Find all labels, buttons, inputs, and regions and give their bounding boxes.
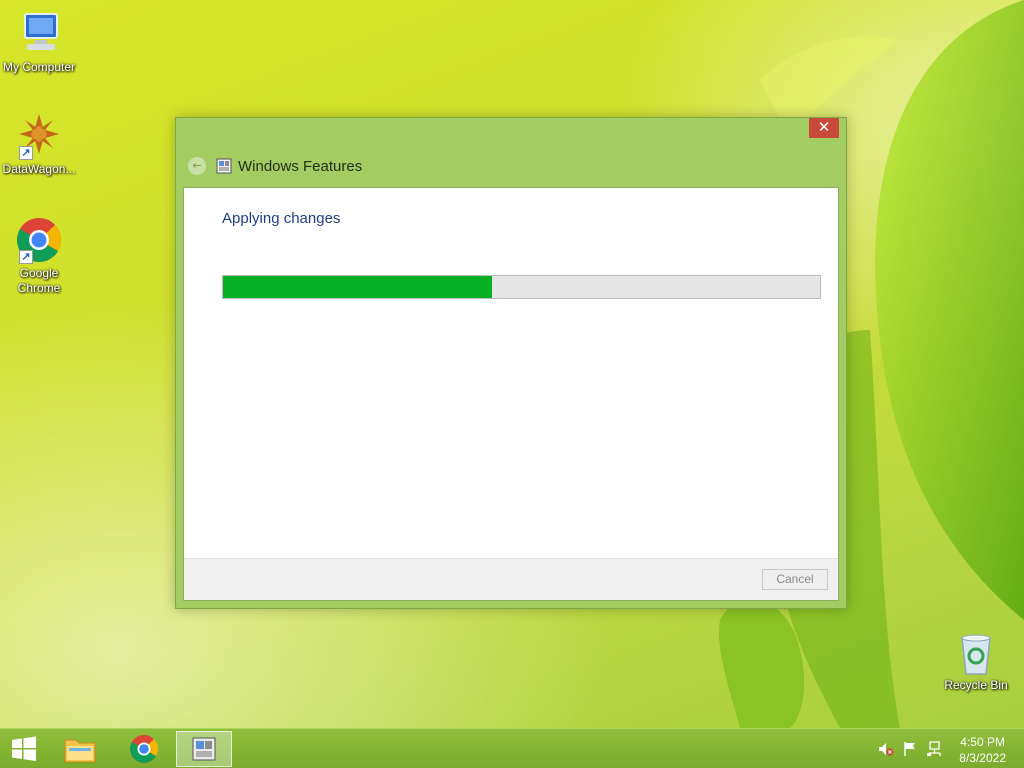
taskbar-google-chrome[interactable] (116, 731, 172, 767)
network-icon[interactable] (926, 741, 942, 757)
desktop-icon-datawagon[interactable]: ↗ DataWagon... (0, 112, 78, 177)
system-tray: 4:50 PM 8/3/2022 (864, 729, 1024, 768)
recycle-bin-icon (961, 634, 991, 675)
windows-features-icon (216, 158, 232, 174)
windows-features-icon (192, 737, 216, 761)
chrome-icon (130, 735, 158, 763)
progress-bar-fill (223, 276, 492, 298)
dialog-content: Applying changes Cancel (183, 187, 839, 601)
title-bar: ← Windows Features (188, 156, 362, 176)
back-arrow-icon[interactable]: ← (188, 157, 206, 175)
computer-icon (24, 13, 58, 50)
desktop-icon-label: Google Chrome (17, 266, 61, 295)
desktop-icon-label: Recycle Bin (944, 678, 1008, 692)
progress-bar (222, 275, 821, 299)
close-button[interactable]: ✕ (809, 118, 839, 138)
action-center-flag-icon[interactable] (902, 741, 918, 757)
clock-date: 8/3/2022 (959, 751, 1006, 765)
volume-muted-icon[interactable] (878, 741, 894, 757)
desktop-icon-label: My Computer (2, 60, 76, 74)
taskbar-windows-features[interactable] (176, 731, 232, 767)
desktop-icon-label: DataWagon... (2, 162, 76, 176)
dialog-footer: Cancel (184, 558, 838, 600)
shortcut-arrow-icon: ↗ (19, 146, 33, 160)
desktop-icon-google-chrome[interactable]: ↗ Google Chrome (0, 216, 78, 296)
desktop-icon-my-computer[interactable]: My Computer (0, 10, 78, 75)
status-heading: Applying changes (222, 210, 341, 227)
window-title: Windows Features (238, 157, 363, 175)
windows-features-dialog: ✕ ← Windows Features Applying changes Ca… (175, 117, 847, 609)
taskbar-clock[interactable]: 4:50 PM 8/3/2022 (959, 734, 1006, 766)
start-button[interactable] (0, 731, 48, 767)
cancel-button[interactable]: Cancel (762, 569, 828, 590)
windows-logo-icon (12, 736, 36, 761)
taskbar: 4:50 PM 8/3/2022 (0, 728, 1024, 768)
desktop-icon-recycle-bin[interactable]: Recycle Bin (936, 632, 1016, 693)
folder-icon (64, 739, 96, 763)
taskbar-file-explorer[interactable] (52, 731, 108, 767)
shortcut-arrow-icon: ↗ (19, 250, 33, 264)
clock-time: 4:50 PM (960, 735, 1005, 749)
